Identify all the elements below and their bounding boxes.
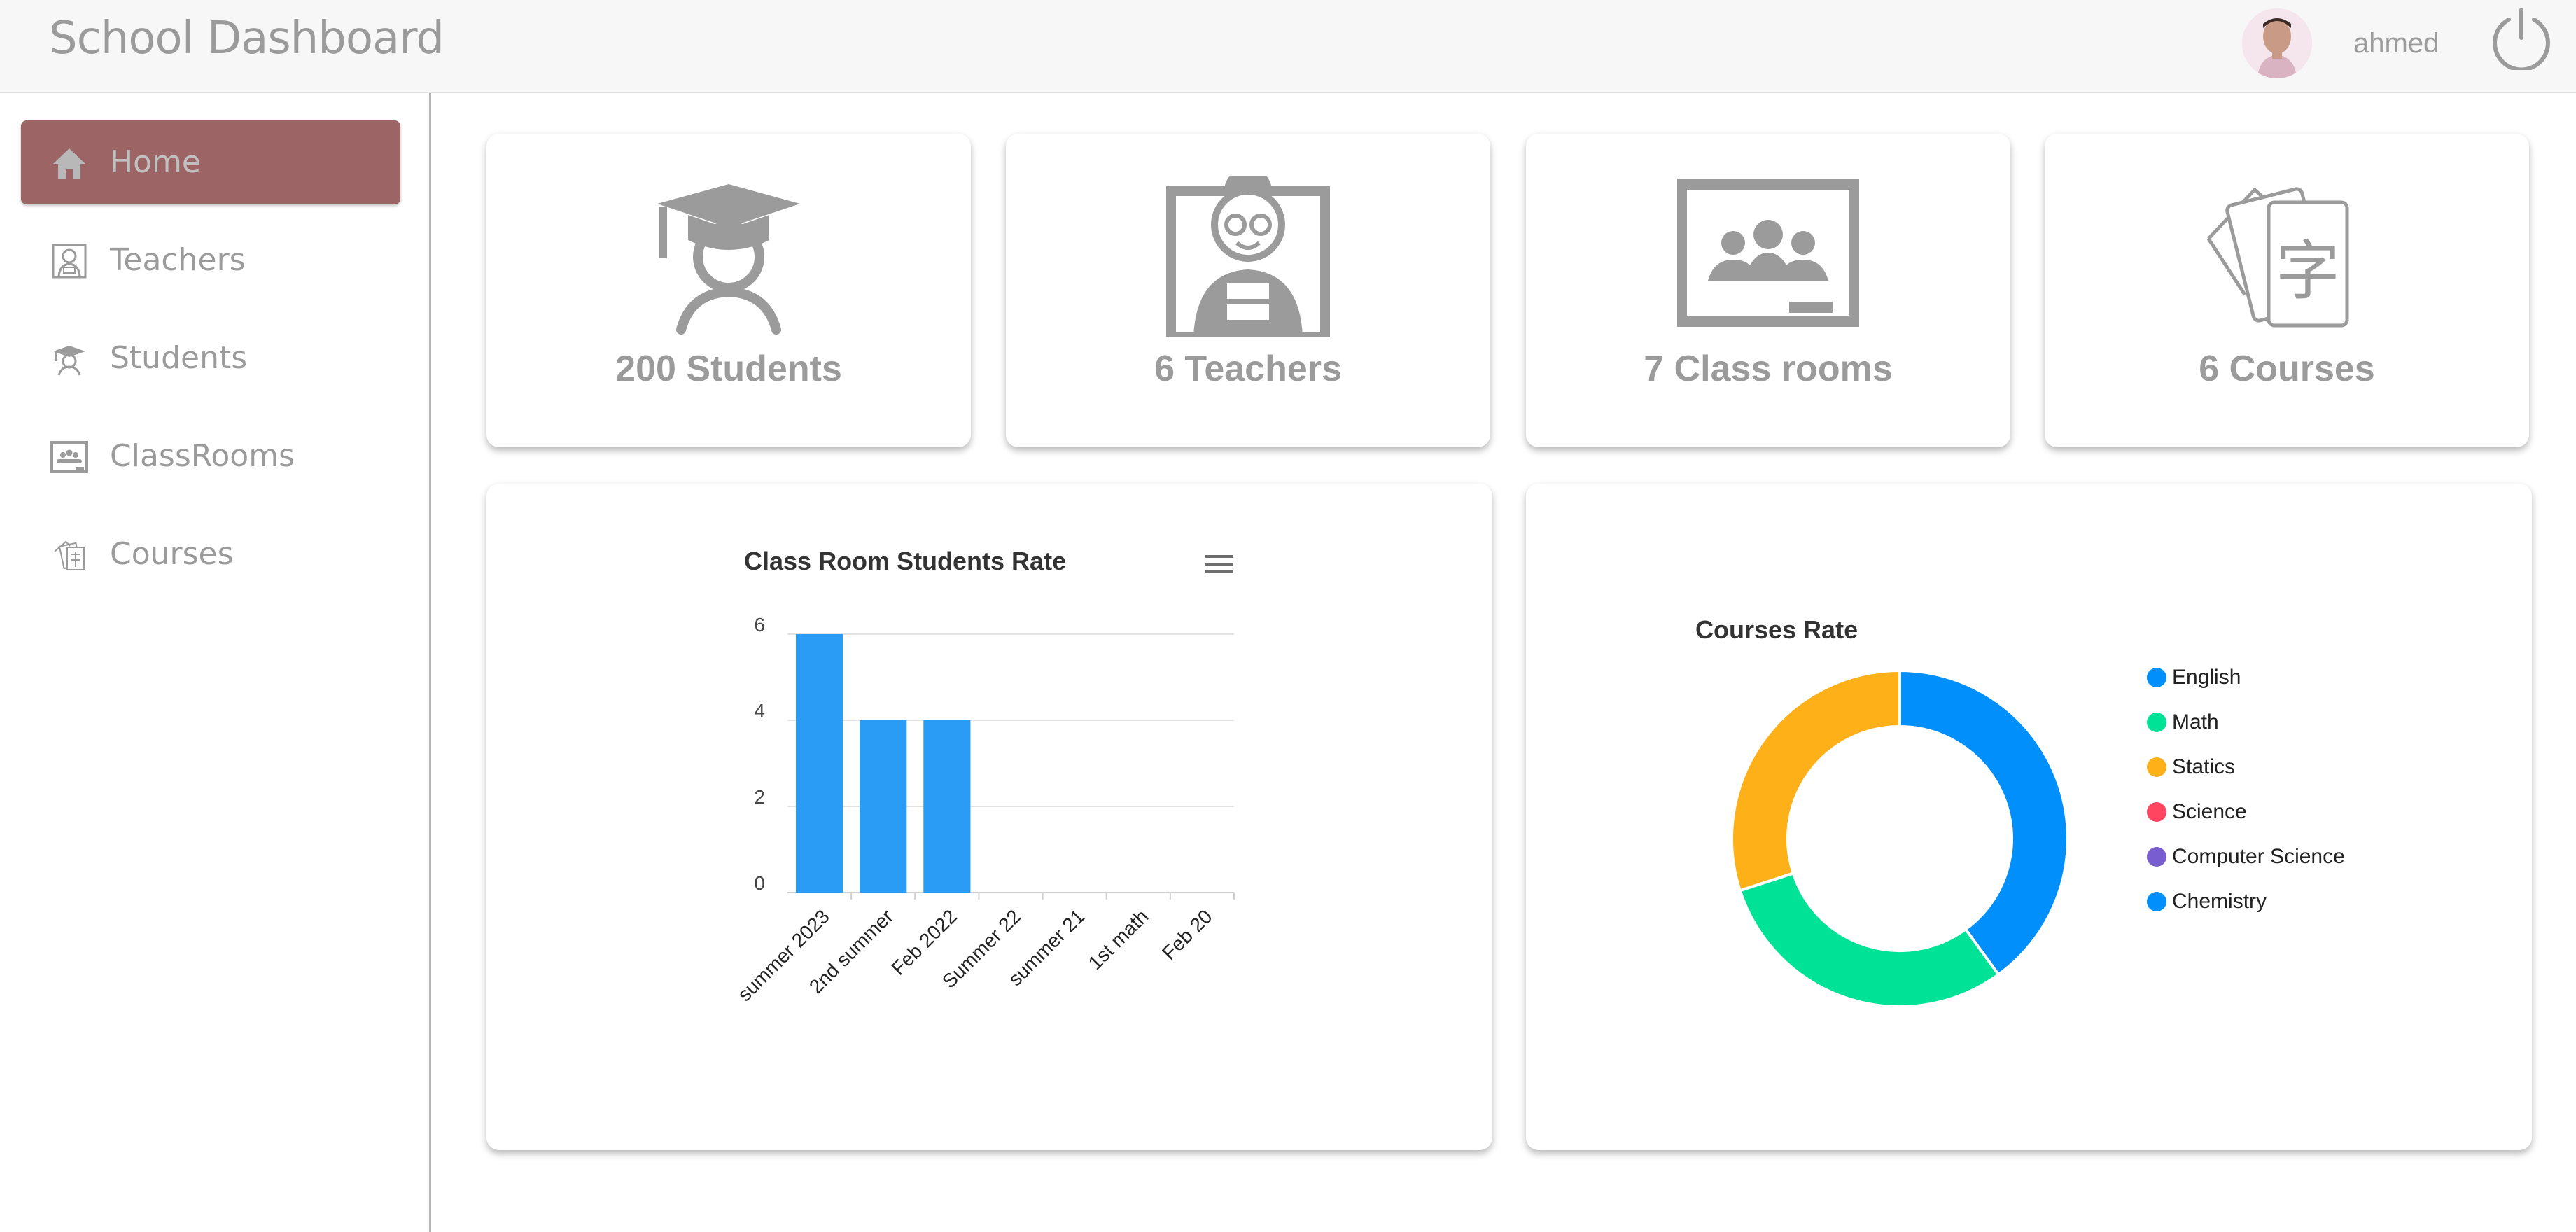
stat-card-students[interactable]: 200 Students [486, 134, 971, 447]
stat-card-courses[interactable]: 字 6 Courses [2045, 134, 2529, 447]
power-icon [2493, 8, 2550, 72]
sidebar-item-label: Teachers [110, 242, 246, 278]
legend-item[interactable]: English [2147, 665, 2241, 690]
sidebar-item-label: Courses [110, 536, 234, 572]
bar-chart: 0246summer 20232nd summerFeb 2022Summer … [734, 614, 1235, 1005]
legend-item[interactable]: Statics [2147, 755, 2235, 780]
teacher-icon [52, 244, 87, 279]
top-header: School Dashboard ahmed [0, 0, 2576, 93]
legend-item[interactable]: Math [2147, 710, 2219, 735]
legend-marker [2147, 713, 2166, 732]
sidebar-item-courses[interactable]: Courses [21, 512, 400, 596]
username: ahmed [2353, 28, 2440, 59]
home-icon [53, 148, 85, 179]
donut-chart-card: Courses Rate English Math Statics Science Co… [1526, 484, 2532, 1150]
legend-label: Statics [2172, 755, 2236, 778]
legend-marker [2147, 668, 2166, 687]
classroom-icon [1677, 178, 1859, 327]
legend-item[interactable]: Chemistry [2147, 889, 2267, 914]
legend-label: Science [2172, 800, 2247, 823]
legend-marker [2147, 847, 2166, 867]
legend-label: Computer Science [2172, 845, 2345, 868]
legend-label: English [2172, 666, 2241, 689]
sidebar: Home Teachers Students ClassRooms Course… [0, 93, 431, 1232]
classroom-icon [50, 441, 88, 473]
bar-chart-card: Class Room Students Rate 0 2 4 6 summer 2023… [486, 484, 1492, 1150]
y-tick-label: 6 [754, 614, 765, 636]
sidebar-item-label: ClassRooms [110, 438, 295, 474]
legend-marker [2147, 757, 2166, 777]
courses-icon [54, 540, 85, 570]
legend-marker [2147, 802, 2166, 822]
sidebar-item-home[interactable]: Home [21, 120, 400, 204]
sidebar-item-label: Students [110, 340, 248, 376]
bar [796, 634, 844, 892]
donut-slice [1898, 668, 2069, 976]
y-tick-label: 2 [754, 786, 765, 808]
y-tick-label: 4 [754, 700, 765, 722]
sidebar-item-label: Home [110, 144, 201, 180]
sidebar-item-classrooms[interactable]: ClassRooms [21, 414, 400, 498]
bar [860, 720, 907, 892]
avatar[interactable] [2242, 8, 2312, 78]
donut-chart [1730, 668, 2069, 1008]
legend-item[interactable]: Computer Science [2147, 844, 2345, 869]
legend-label: Chemistry [2172, 890, 2267, 913]
stat-label: 200 Students [615, 349, 842, 389]
teacher-icon [1166, 176, 1330, 337]
legend-item[interactable]: Science [2147, 799, 2247, 825]
sidebar-item-students[interactable]: Students [21, 316, 400, 400]
student-icon [53, 346, 85, 376]
graduation-cap-icon [657, 184, 800, 335]
legend-marker [2147, 892, 2166, 911]
sidebar-item-teachers[interactable]: Teachers [21, 218, 400, 302]
user-avatar-icon [2242, 8, 2312, 78]
stat-label: 6 Courses [2199, 349, 2375, 389]
x-tick-label: 1st math [1084, 905, 1153, 974]
legend-label: Math [2172, 710, 2219, 734]
donut-slice [1730, 668, 1901, 892]
stat-card-classrooms[interactable]: 7 Class rooms [1526, 134, 2010, 447]
logout-button[interactable] [2489, 6, 2554, 72]
y-tick-label: 0 [754, 872, 765, 894]
stat-label: 6 Teachers [1154, 349, 1342, 389]
stat-card-teachers[interactable]: 6 Teachers [1006, 134, 1490, 447]
donut-slice [1738, 871, 2001, 1008]
bar [923, 720, 971, 892]
stat-label: 7 Class rooms [1644, 349, 1893, 389]
app-title: School Dashboard [49, 13, 444, 64]
svg-text:字: 字 [2276, 234, 2340, 309]
x-tick-label: Feb 20 [1158, 905, 1217, 964]
flashcards-icon: 字 [2206, 187, 2349, 328]
